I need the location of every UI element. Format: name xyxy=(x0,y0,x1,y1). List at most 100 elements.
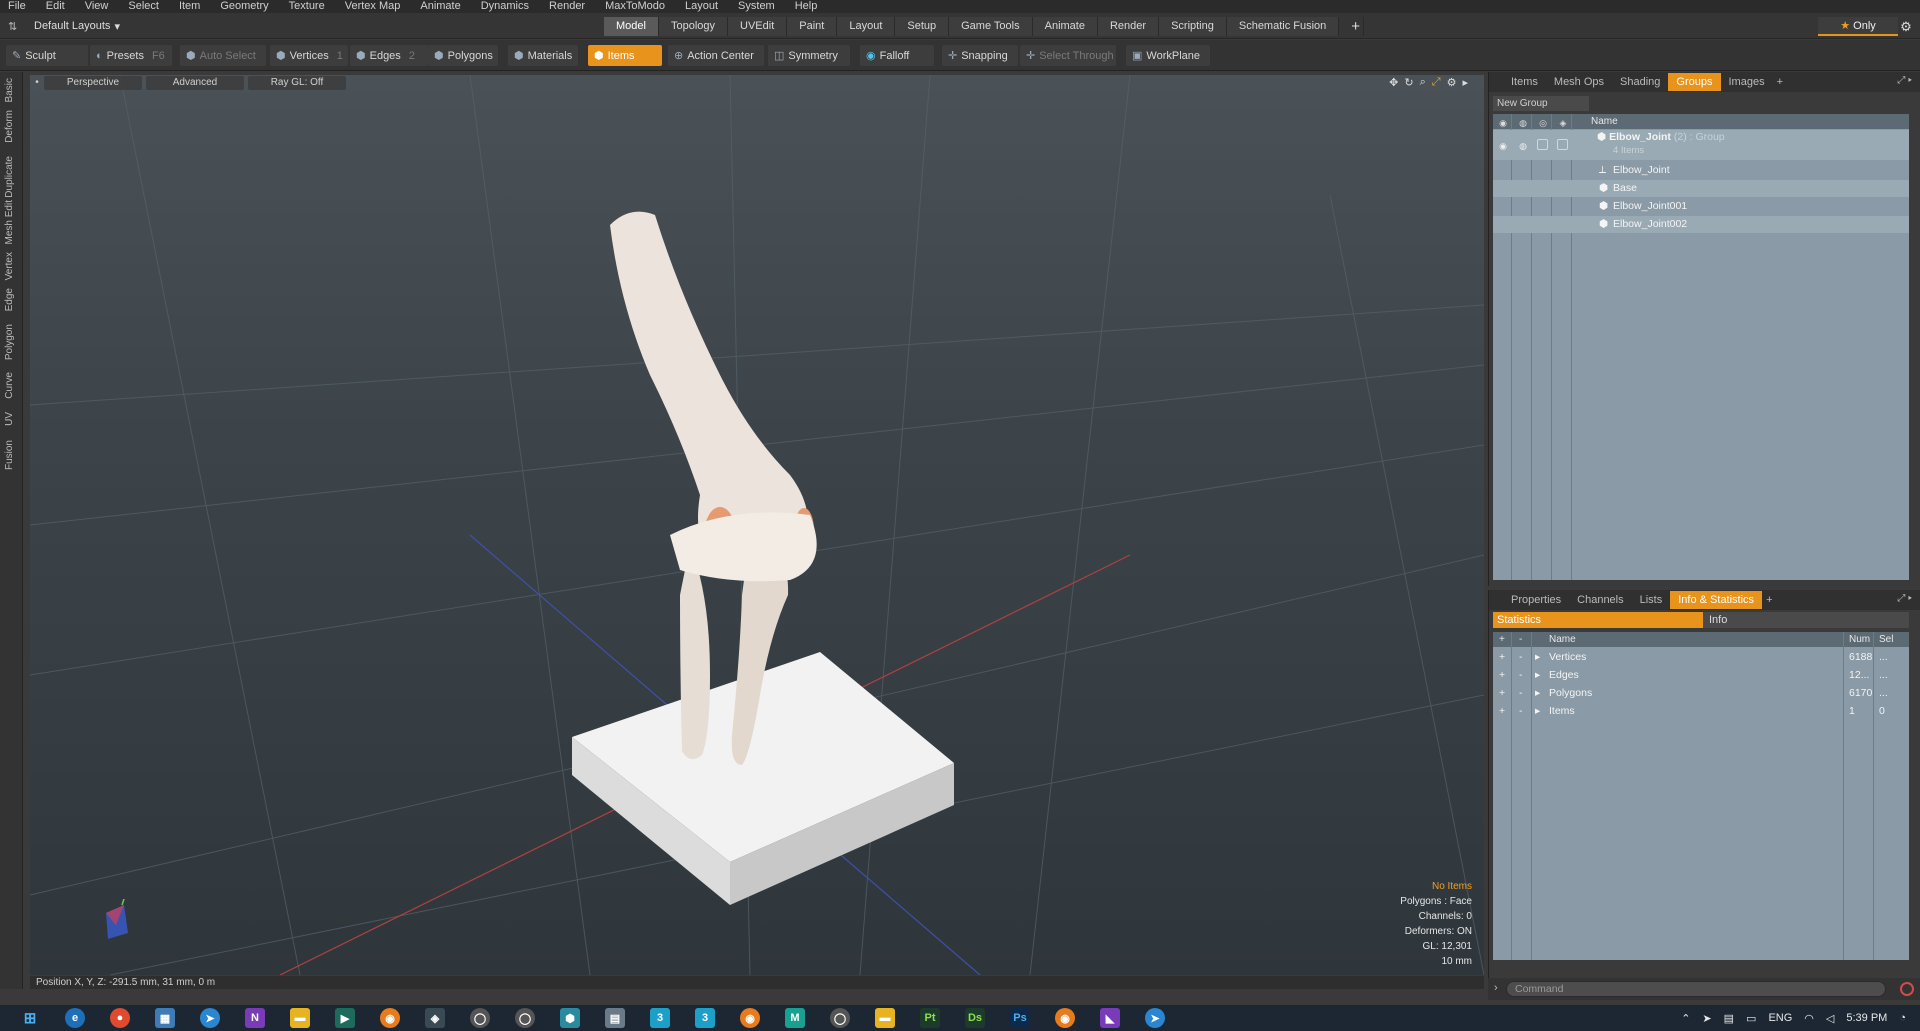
left-tab-mesh-edit[interactable]: Mesh Edit xyxy=(4,200,19,244)
snapping-button[interactable]: ✛ Snapping xyxy=(942,45,1018,66)
left-tab-polygon[interactable]: Polygon xyxy=(4,324,19,360)
left-tab-uv[interactable]: UV xyxy=(4,412,19,426)
telegram-icon[interactable]: ➤ xyxy=(1145,1008,1165,1028)
wifi-icon[interactable]: ◠ xyxy=(1804,1012,1814,1025)
add-icon[interactable]: + xyxy=(1499,632,1505,647)
chevron-up-icon[interactable]: ⌃ xyxy=(1681,1012,1690,1025)
command-input[interactable]: Command xyxy=(1506,981,1886,997)
modo-icon[interactable]: ◈ xyxy=(425,1008,445,1028)
groups-add-tab-button[interactable]: + xyxy=(1777,76,1783,88)
tab-uvedit[interactable]: UVEdit xyxy=(728,17,788,36)
file-explorer-icon[interactable]: ▬ xyxy=(290,1008,310,1028)
blender-icon[interactable]: ◉ xyxy=(1055,1008,1075,1028)
menu-help[interactable]: Help xyxy=(795,0,818,13)
stats-tab-info-statistics[interactable]: Info & Statistics xyxy=(1670,591,1763,609)
tab-model[interactable]: Model xyxy=(604,17,659,36)
falloff-button[interactable]: ◉ Falloff xyxy=(860,45,934,66)
add-icon[interactable]: + xyxy=(1499,648,1505,666)
gear-icon[interactable]: ⚙ xyxy=(1896,17,1916,36)
raygl-dropdown[interactable]: Ray GL: Off xyxy=(248,76,346,90)
blender-icon[interactable]: ◉ xyxy=(380,1008,400,1028)
onenote-icon[interactable]: N xyxy=(245,1008,265,1028)
render-toggle[interactable] xyxy=(1537,139,1548,150)
group-child-row[interactable]: ⬢ Elbow_Joint002 xyxy=(1493,216,1909,233)
eye-icon[interactable]: ◉ xyxy=(1497,138,1509,151)
statistics-subtab[interactable]: Statistics xyxy=(1493,612,1703,628)
expand-arrow-icon[interactable]: ▸ xyxy=(1535,648,1540,666)
tab-animate[interactable]: Animate xyxy=(1032,17,1098,36)
menu-animate[interactable]: Animate xyxy=(420,0,460,13)
windows-start-icon[interactable]: ⊞ xyxy=(20,1008,40,1028)
items-button[interactable]: ⬢ Items xyxy=(588,45,662,66)
app-icon[interactable]: ◯ xyxy=(470,1008,490,1028)
stats-tab-channels[interactable]: Channels xyxy=(1569,591,1631,609)
layouts-dropdown[interactable]: ⇅ Default Layouts ▾ xyxy=(8,17,120,35)
stats-row[interactable]: + - ▸ Edges 12...... xyxy=(1493,666,1909,684)
edges-button[interactable]: ⬢ Edges 2 xyxy=(350,45,428,66)
3ds-max-icon[interactable]: 3 xyxy=(650,1008,670,1028)
polygons-button[interactable]: ⬢ Polygons xyxy=(428,45,498,66)
materials-button[interactable]: ⬢ Materials xyxy=(508,45,578,66)
new-group-button[interactable]: New Group xyxy=(1493,96,1589,111)
app-icon[interactable]: ▤ xyxy=(605,1008,625,1028)
menu-render[interactable]: Render xyxy=(549,0,585,13)
stats-add-tab-button[interactable]: + xyxy=(1766,594,1772,606)
perspective-dropdown[interactable]: Perspective xyxy=(44,76,142,90)
add-icon[interactable]: + xyxy=(1499,666,1505,684)
workplane-button[interactable]: ▣ WorkPlane xyxy=(1126,45,1210,66)
select-through-button[interactable]: ✛ Select Through xyxy=(1020,45,1116,66)
display-icon[interactable]: ▭ xyxy=(1746,1012,1756,1025)
expand-icon[interactable]: ⤢ ▸ xyxy=(1897,75,1912,86)
remove-icon[interactable]: - xyxy=(1519,702,1523,720)
menu-dynamics[interactable]: Dynamics xyxy=(481,0,529,13)
stats-tab-lists[interactable]: Lists xyxy=(1632,591,1671,609)
expand-arrow-icon[interactable]: ▸ xyxy=(1535,702,1540,720)
sculpt-button[interactable]: ✎ Sculpt xyxy=(6,45,88,66)
menu-edit[interactable]: Edit xyxy=(46,0,65,13)
menu-system[interactable]: System xyxy=(738,0,775,13)
menu-maxtomodo[interactable]: MaxToModo xyxy=(605,0,665,13)
language-indicator[interactable]: ENG xyxy=(1768,1012,1792,1024)
tab-paint[interactable]: Paint xyxy=(787,17,838,36)
left-tab-curve[interactable]: Curve xyxy=(4,372,19,399)
expand-arrow-icon[interactable]: ▸ xyxy=(1535,684,1540,702)
left-tab-edge[interactable]: Edge xyxy=(4,288,19,311)
groups-tab-groups[interactable]: Groups xyxy=(1668,73,1721,91)
add-icon[interactable]: + xyxy=(1499,684,1505,702)
vertices-button[interactable]: ⬢ Vertices 1 xyxy=(270,45,348,66)
telegram-icon[interactable]: ➤ xyxy=(200,1008,220,1028)
expand-icon[interactable]: ⤢ ▸ xyxy=(1897,593,1912,604)
render-icon[interactable]: ◎ xyxy=(1537,116,1549,128)
blender-icon[interactable]: ◉ xyxy=(740,1008,760,1028)
group-child-row[interactable]: ⟂ Elbow_Joint xyxy=(1493,162,1909,179)
calculator-icon[interactable]: ▦ xyxy=(155,1008,175,1028)
menu-file[interactable]: File xyxy=(8,0,26,13)
groups-tab-mesh-ops[interactable]: Mesh Ops xyxy=(1546,73,1612,91)
menu-vertex-map[interactable]: Vertex Map xyxy=(345,0,401,13)
chrome-icon[interactable]: ● xyxy=(110,1008,130,1028)
lock-icon[interactable]: ◍ xyxy=(1517,138,1529,151)
tab-layout[interactable]: Layout xyxy=(837,17,896,36)
select-toggle[interactable] xyxy=(1557,139,1568,150)
settings-icon[interactable]: ⚙ xyxy=(1447,76,1457,89)
left-tab-deform[interactable]: Deform xyxy=(4,110,19,143)
visual-studio-icon[interactable]: ◣ xyxy=(1100,1008,1120,1028)
volume-icon[interactable]: ◁ xyxy=(1826,1012,1834,1025)
menu-item[interactable]: Item xyxy=(179,0,200,13)
advanced-dropdown[interactable]: Advanced xyxy=(146,76,244,90)
stats-row[interactable]: + - ▸ Items 1 0 xyxy=(1493,702,1909,720)
group-child-row[interactable]: ⬢ Base xyxy=(1493,180,1909,197)
presets-button[interactable]: ◐ Presets F6 xyxy=(90,45,172,66)
3d-viewport[interactable]: No Items Polygons : Face Channels: 0 Def… xyxy=(30,75,1484,975)
remove-icon[interactable]: - xyxy=(1519,684,1523,702)
left-tab-fusion[interactable]: Fusion xyxy=(4,440,19,470)
photoshop-icon[interactable]: Ps xyxy=(1010,1008,1030,1028)
info-subtab[interactable]: Info xyxy=(1703,612,1909,628)
fit-view-icon[interactable]: ⤢ xyxy=(1432,76,1441,89)
menu-geometry[interactable]: Geometry xyxy=(220,0,268,13)
stats-row[interactable]: + - ▸ Polygons 6170... xyxy=(1493,684,1909,702)
clock[interactable]: 5:39 PM xyxy=(1846,1012,1887,1024)
painter-icon[interactable]: Pt xyxy=(920,1008,940,1028)
send-icon[interactable]: ➤ xyxy=(1702,1012,1711,1025)
symmetry-button[interactable]: ◫ Symmetry xyxy=(768,45,850,66)
